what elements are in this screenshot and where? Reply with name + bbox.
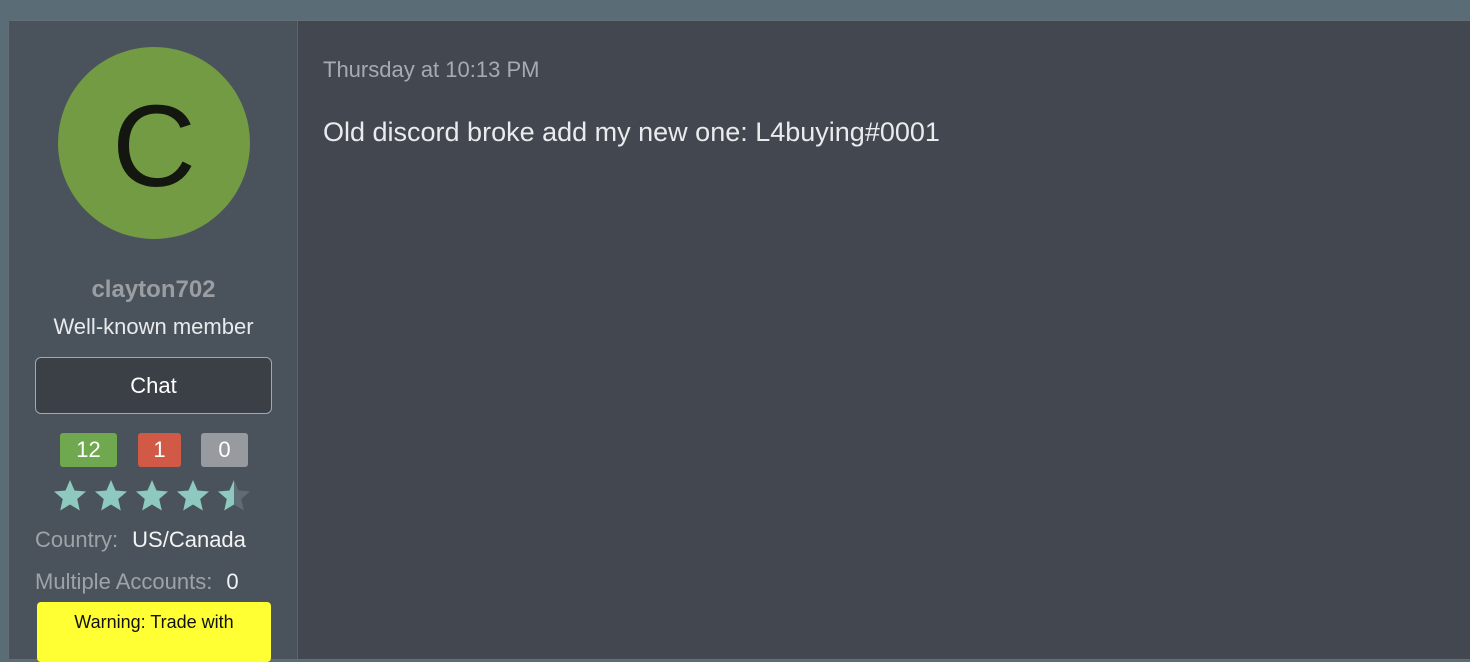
user-title: Well-known member [53,314,254,339]
star-icon [177,480,209,511]
post-timestamp[interactable]: Thursday at 10:13 PM [323,57,539,83]
negative-feedback-badge[interactable]: 1 [138,433,181,467]
star-icon [218,480,250,511]
multiple-accounts-label: Multiple Accounts: [35,569,213,594]
positive-feedback-badge[interactable]: 12 [60,433,117,467]
feedback-badges: 12 1 0 [9,433,298,467]
neutral-feedback-badge[interactable]: 0 [201,433,248,467]
user-panel: C clayton702 Well-known member Chat 12 1… [9,21,298,662]
star-icon [136,480,168,511]
post-message: Old discord broke add my new one: L4buyi… [323,117,940,147]
country-value: US/Canada [132,527,246,552]
post-footer [323,649,883,659]
post-body: Thursday at 10:13 PM Old discord broke a… [298,21,1470,659]
avatar[interactable]: C [58,47,250,239]
warning-banner: Warning: Trade with [37,602,271,662]
chat-button[interactable]: Chat [35,357,272,414]
avatar-letter: C [112,81,196,211]
multiple-accounts-value: 0 [226,569,239,594]
username[interactable]: clayton702 [9,276,298,304]
post-container: C clayton702 Well-known member Chat 12 1… [8,20,1470,662]
country-field: Country: US/Canada [35,527,246,553]
star-icon [95,480,127,511]
star-icon [54,480,86,511]
multiple-accounts-field: Multiple Accounts: 0 [35,569,239,595]
country-label: Country: [35,527,119,552]
